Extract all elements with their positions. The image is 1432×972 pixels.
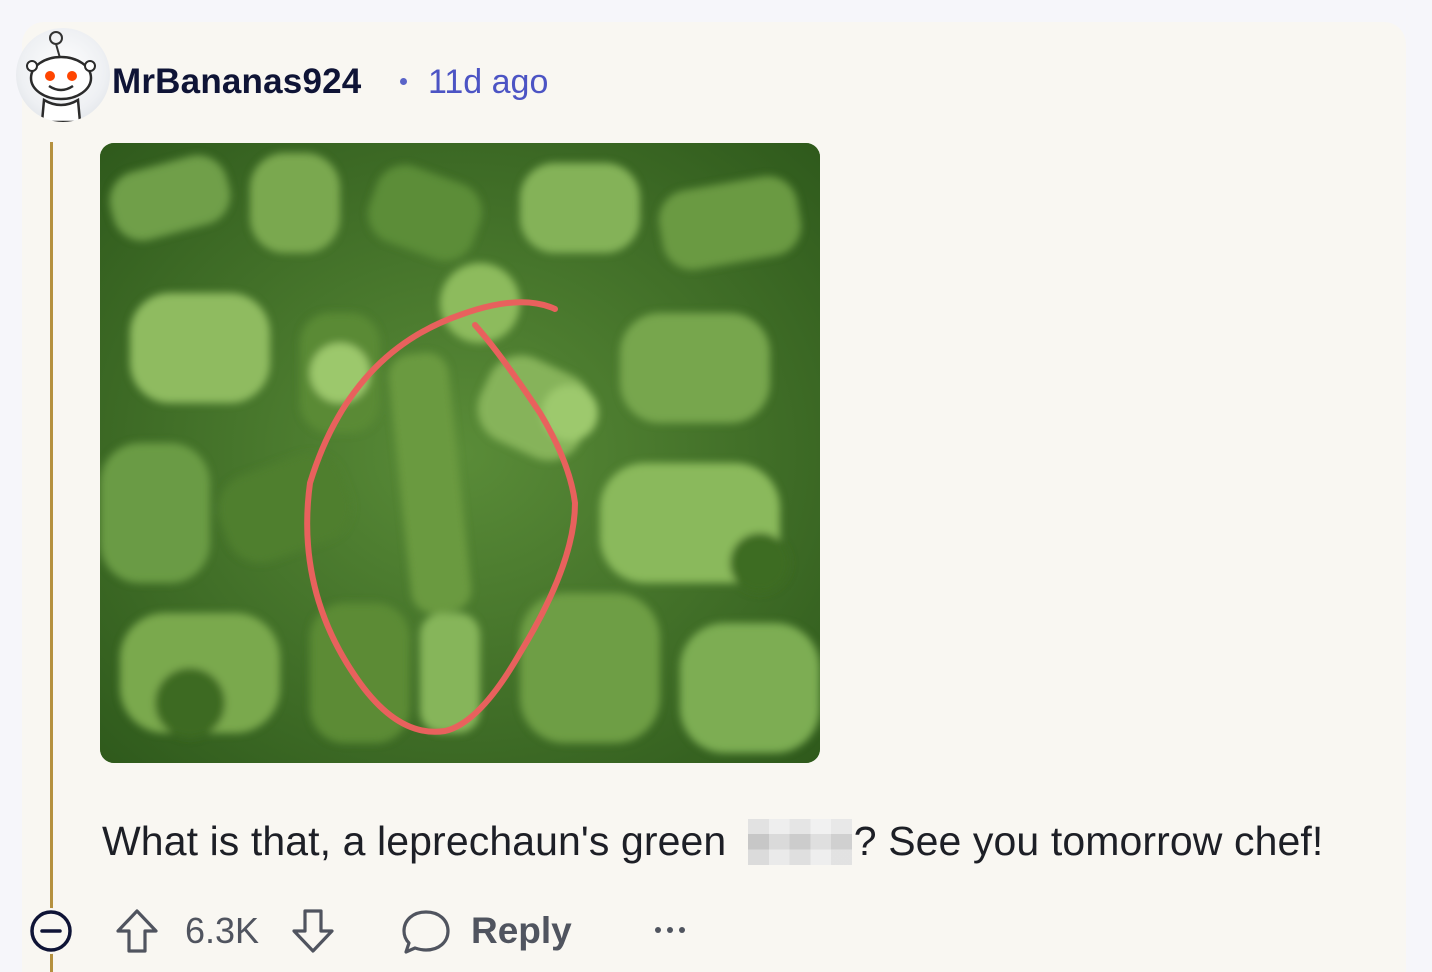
redacted-word xyxy=(747,819,852,865)
minus-circle-icon xyxy=(30,910,72,952)
reply-button[interactable]: Reply xyxy=(400,902,580,962)
upvote-button[interactable] xyxy=(112,906,162,956)
comment-actions: 6.3K Reply xyxy=(28,900,728,964)
avatar[interactable] xyxy=(16,28,110,122)
comment-timestamp[interactable]: 11d ago xyxy=(428,63,548,102)
thread-line[interactable] xyxy=(50,142,53,972)
vote-score: 6.3K xyxy=(185,910,260,951)
ellipsis-icon xyxy=(655,927,685,933)
arrow-up-icon xyxy=(116,909,158,953)
arrow-down-icon xyxy=(292,909,334,953)
speech-bubble-icon xyxy=(402,910,450,954)
reply-label: Reply xyxy=(471,910,572,951)
more-options-button[interactable] xyxy=(650,910,690,950)
comment-image[interactable] xyxy=(100,143,820,763)
green-onion-photo xyxy=(100,143,820,763)
comment-body-end: ? See you tomorrow chef! xyxy=(853,818,1324,864)
comment-body: What is that, a leprechaun's green ? See… xyxy=(102,818,1323,865)
comment-body-start: What is that, a leprechaun's green xyxy=(102,818,738,864)
comment-author[interactable]: MrBananas924 xyxy=(112,62,361,102)
snoo-avatar-icon xyxy=(26,31,96,122)
downvote-button[interactable] xyxy=(288,906,338,956)
meta-separator-dot xyxy=(400,78,407,85)
collapse-button[interactable] xyxy=(28,908,74,954)
